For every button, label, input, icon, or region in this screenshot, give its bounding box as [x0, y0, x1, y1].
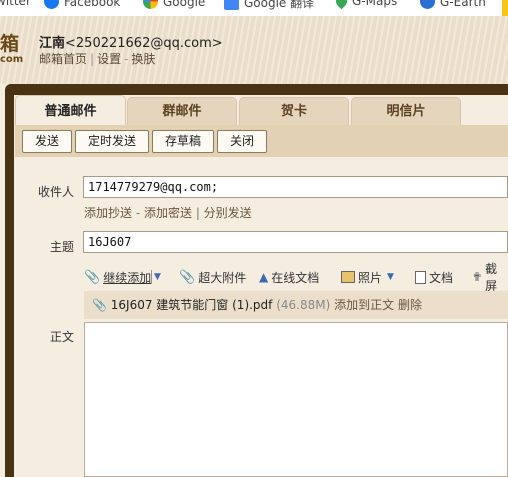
bookmark-facebook[interactable]: Facebook	[44, 0, 120, 9]
large-attachment-button[interactable]: 📎 超大附件	[179, 268, 246, 286]
bookmark-label: Google 翻译	[244, 0, 315, 10]
bookmark-folder-icon[interactable]	[502, 0, 508, 16]
mailbox-home-link[interactable]: 邮箱首页	[39, 52, 87, 66]
google-icon	[143, 0, 158, 9]
attachment-row: 📎 16J607 建筑节能门窗 (1).pdf (46.88M) 添加到正文 删…	[84, 291, 508, 319]
bookmark-gearth[interactable]: G-Earth	[420, 0, 486, 9]
user-email: <250221662@qq.com>	[65, 36, 223, 51]
to-field[interactable]: 1714779279@qq.com;	[83, 176, 508, 198]
separate-send-link[interactable]: 分别发送	[204, 206, 252, 220]
bookmark-label: Facebook	[64, 0, 121, 9]
online-doc-label: 在线文档	[271, 270, 320, 285]
bookmark-twitter[interactable]: witter	[0, 0, 31, 8]
schedule-send-button[interactable]: 定时发送	[75, 130, 149, 153]
recipient-options: 添加抄送 - 添加密送 | 分别发送	[84, 206, 252, 220]
facebook-icon	[44, 0, 59, 9]
bookmark-label: G-Maps	[352, 0, 398, 8]
tab-postcard[interactable]: 明信片	[351, 97, 461, 125]
paperclip-icon: 📎	[84, 269, 101, 285]
bookmark-label: G-Earth	[440, 0, 486, 9]
logo[interactable]: 箱	[0, 34, 19, 54]
tab-group-mail[interactable]: 群邮件	[127, 97, 237, 125]
document-button[interactable]: 文档	[415, 268, 453, 286]
mail-header: 箱 com 江南<250221662@qq.com> 邮箱首页 | 设置 - 换肤	[0, 16, 508, 84]
screenshot-label: 截屏	[485, 262, 498, 293]
bookmarks-bar: witter Facebook Google Google 翻译 G-Maps …	[0, 0, 508, 16]
tab-greeting-card[interactable]: 贺卡	[239, 97, 349, 125]
add-bcc-link[interactable]: 添加密送	[144, 206, 192, 220]
body-label: 正文	[50, 330, 75, 344]
paperclip-icon: 📎	[92, 298, 107, 312]
subject-label: 主题	[50, 240, 75, 254]
share-nodes-icon: ▲	[259, 270, 269, 284]
chevron-down-icon: ▼	[154, 272, 161, 282]
online-doc-button[interactable]: ▲ 在线文档	[259, 268, 319, 286]
continue-add-label: 继续添加	[103, 270, 152, 285]
google-translate-icon	[224, 0, 239, 10]
subject-field[interactable]: 16J607	[83, 231, 508, 253]
user-info: 江南<250221662@qq.com>	[39, 32, 223, 51]
map-pin-icon	[333, 0, 350, 9]
scissors-icon: ✟	[472, 270, 483, 284]
skin-link[interactable]: 换肤	[131, 52, 155, 66]
globe-icon	[420, 0, 435, 9]
add-to-body-link[interactable]: 添加到正文	[334, 298, 394, 312]
bookmark-google[interactable]: Google	[143, 0, 205, 9]
user-name: 江南	[39, 36, 66, 51]
bookmark-google-translate[interactable]: Google 翻译	[224, 0, 314, 11]
delete-attachment-link[interactable]: 删除	[398, 298, 422, 312]
divider	[151, 270, 152, 284]
close-button[interactable]: 关闭	[217, 130, 267, 153]
save-draft-button[interactable]: 存草稿	[152, 130, 214, 153]
large-attachment-icon: 📎	[179, 269, 196, 285]
header-links: 邮箱首页 | 设置 - 换肤	[39, 52, 156, 66]
document-label: 文档	[429, 270, 454, 285]
add-cc-link[interactable]: 添加抄送	[84, 206, 132, 220]
document-icon	[415, 270, 426, 284]
to-label: 收件人	[38, 185, 75, 199]
attachment-size: (46.88M)	[276, 298, 331, 312]
photo-label: 照片	[358, 270, 383, 285]
bookmark-gmaps[interactable]: G-Maps	[333, 0, 398, 9]
chevron-down-icon[interactable]: ▼	[387, 272, 394, 282]
settings-link[interactable]: 设置	[97, 52, 121, 66]
send-button[interactable]: 发送	[22, 130, 72, 153]
tab-normal-mail[interactable]: 普通邮件	[15, 95, 126, 125]
screenshot-button[interactable]: ✟ 截屏	[472, 262, 508, 293]
body-editor[interactable]	[84, 322, 508, 477]
photo-icon	[341, 271, 355, 283]
continue-add-button[interactable]: 📎 继续添加	[84, 268, 151, 286]
large-attachment-label: 超大附件	[198, 270, 247, 285]
logo-text: 箱	[0, 33, 20, 55]
continue-add-dropdown[interactable]: ▼	[154, 268, 161, 286]
bookmark-label: Google	[163, 0, 206, 9]
photo-button[interactable]: 照片 ▼	[341, 268, 394, 286]
attachment-filename: 16J607 建筑节能门窗 (1).pdf	[110, 298, 273, 312]
logo-domain: com	[0, 54, 24, 65]
bookmark-label: witter	[0, 0, 31, 8]
